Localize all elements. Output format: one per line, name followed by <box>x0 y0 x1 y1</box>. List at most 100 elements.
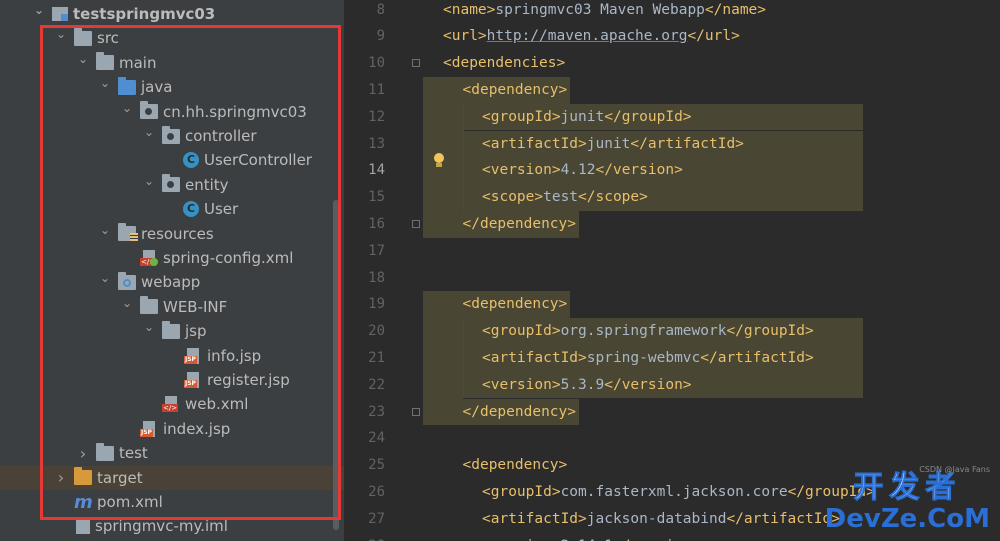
chevron-down-icon[interactable]: ⌄ <box>54 27 68 41</box>
chevron-right-icon[interactable]: › <box>54 468 68 487</box>
tree-item-web-xml[interactable]: </> web.xml <box>0 392 345 416</box>
tree-item-entity[interactable]: ⌄ entity <box>0 173 345 197</box>
web-xml-icon: </> <box>162 396 180 413</box>
tree-item-java[interactable]: ⌄ java <box>0 75 345 99</box>
code-editor[interactable]: 8 <name>springmvc03 Maven Webapp</name> 9 <… <box>345 0 1000 541</box>
line-number: 8 <box>376 1 385 18</box>
xml-text: test <box>543 189 579 206</box>
resources-folder-icon <box>118 223 138 243</box>
iml-file-icon <box>76 518 90 535</box>
code-line[interactable]: </dependency> <box>463 399 577 426</box>
line-number: 27 <box>368 510 385 527</box>
code-line[interactable]: <version>5.3.9</version> <box>482 372 692 399</box>
tree-item-webinf[interactable]: ⌄ WEB-INF <box>0 295 345 319</box>
tree-scrollbar[interactable] <box>333 200 339 530</box>
tree-item-label: jsp <box>185 322 207 341</box>
tree-item-label: spring-config.xml <box>163 249 294 267</box>
chevron-down-icon[interactable]: ⌄ <box>142 174 156 188</box>
chevron-down-icon[interactable]: ⌄ <box>32 3 46 17</box>
watermark-domain: DevZe.CoM <box>824 504 990 534</box>
code-line[interactable]: <scope>test</scope> <box>482 184 648 211</box>
code-line[interactable]: </dependency> <box>463 211 577 238</box>
tree-item-label: entity <box>185 175 229 194</box>
code-line[interactable]: <artifactId>jackson-databind</artifactId… <box>482 506 840 533</box>
tree-item-user[interactable]: C User <box>0 197 345 221</box>
tree-item-package[interactable]: ⌄ cn.hh.springmvc03 <box>0 100 345 124</box>
line-number: 14 <box>368 162 385 179</box>
tree-item-target[interactable]: › target <box>0 465 345 490</box>
chevron-right-icon[interactable]: › <box>76 444 90 463</box>
xml-text: junit <box>586 135 631 152</box>
code-line[interactable]: <artifactId>spring-webmvc</artifactId> <box>482 345 814 372</box>
chevron-down-icon[interactable]: ⌄ <box>142 320 156 334</box>
tree-item-label: test <box>119 444 148 463</box>
tree-item-pom[interactable]: m pom.xml <box>0 490 345 514</box>
tree-item-jsp-folder[interactable]: ⌄ jsp <box>0 319 345 343</box>
xml-tag: </url> <box>687 28 740 45</box>
line-number: 18 <box>368 269 385 286</box>
xml-tag: </groupId> <box>726 323 814 340</box>
tree-item-controller[interactable]: ⌄ controller <box>0 124 345 148</box>
tree-item-label: cn.hh.springmvc03 <box>163 102 307 121</box>
tree-item-label: info.jsp <box>207 346 262 365</box>
code-line[interactable]: <version>4.12</version> <box>482 157 683 184</box>
xml-tag: <scope> <box>482 189 544 206</box>
xml-tag: </version> <box>595 162 683 179</box>
xml-tag: </version> <box>604 376 692 393</box>
tree-item-iml[interactable]: springmvc-my.iml <box>0 514 345 538</box>
tree-item-register-jsp[interactable]: JSP register.jsp <box>0 368 345 392</box>
xml-tag: <artifactId> <box>482 510 587 527</box>
module-folder-icon <box>52 7 68 21</box>
xml-tag: <version> <box>482 162 561 179</box>
tree-item-label: controller <box>185 127 257 145</box>
tree-item-testspringmvc03[interactable]: ⌄ testspringmvc03 <box>0 2 345 26</box>
line-number: 10 <box>368 55 385 72</box>
code-line[interactable]: <groupId>org.springframework</groupId> <box>482 318 814 345</box>
excluded-folder-icon <box>74 467 92 486</box>
tree-item-resources[interactable]: ⌄ resources <box>0 222 345 246</box>
xml-tag: </artifactId> <box>630 135 744 152</box>
chevron-down-icon[interactable]: ⌄ <box>120 101 134 115</box>
fold-icon[interactable] <box>412 59 420 68</box>
tree-item-usercontroller[interactable]: C UserController <box>0 148 345 172</box>
xml-tag: </dependency> <box>462 403 577 420</box>
xml-tag: </version> <box>613 538 700 541</box>
code-line[interactable]: <name>springmvc03 Maven Webapp</name> <box>443 0 766 24</box>
code-line[interactable]: <dependency> <box>463 77 568 104</box>
chevron-down-icon[interactable]: ⌄ <box>98 76 112 90</box>
tree-item-main[interactable]: ⌄ main <box>0 51 345 75</box>
xml-text: springmvc03 Maven Webapp <box>495 1 705 18</box>
code-line[interactable]: <groupId>com.fasterxml.jackson.core</gro… <box>482 479 875 506</box>
xml-text: spring-webmvc <box>586 349 701 366</box>
xml-text: org.springframework <box>560 323 727 340</box>
code-line[interactable]: <artifactId>junit</artifactId> <box>482 131 744 158</box>
code-line[interactable]: <dependency> <box>463 452 568 479</box>
tree-item-index-jsp[interactable]: JSP index.jsp <box>0 417 345 441</box>
fold-icon[interactable] <box>412 219 420 228</box>
code-line[interactable]: <version>2.14.1</version> <box>482 533 700 541</box>
code-line[interactable]: <dependency> <box>463 291 568 318</box>
fold-icon[interactable] <box>412 407 420 416</box>
package-icon <box>162 174 180 193</box>
tree-item-webapp[interactable]: ⌄ webapp <box>0 270 345 294</box>
xml-tag: <artifactId> <box>482 135 587 152</box>
chevron-down-icon[interactable]: ⌄ <box>142 125 156 139</box>
code-line[interactable]: <groupId>junit</groupId> <box>482 104 692 131</box>
source-folder-icon <box>118 76 136 95</box>
chevron-down-icon[interactable]: ⌄ <box>98 271 112 285</box>
line-number: 9 <box>376 28 385 45</box>
tree-item-info-jsp[interactable]: JSP info.jsp <box>0 344 345 368</box>
tree-item-test[interactable]: › test <box>0 441 345 465</box>
chevron-down-icon[interactable]: ⌄ <box>76 52 90 66</box>
tree-item-label: web.xml <box>185 395 249 414</box>
tree-item-spring-config[interactable]: </> spring-config.xml <box>0 246 345 270</box>
intention-bulb-icon[interactable] <box>433 153 445 167</box>
chevron-down-icon[interactable]: ⌄ <box>120 296 134 310</box>
code-line[interactable]: <url>http://maven.apache.org</url> <box>443 23 740 50</box>
tree-item-src[interactable]: ⌄ src <box>0 26 345 50</box>
line-number: 19 <box>368 296 385 313</box>
java-class-icon: C <box>183 201 199 218</box>
chevron-down-icon[interactable]: ⌄ <box>98 223 112 237</box>
code-line[interactable]: <dependencies> <box>443 50 565 77</box>
line-number: 24 <box>368 430 385 447</box>
